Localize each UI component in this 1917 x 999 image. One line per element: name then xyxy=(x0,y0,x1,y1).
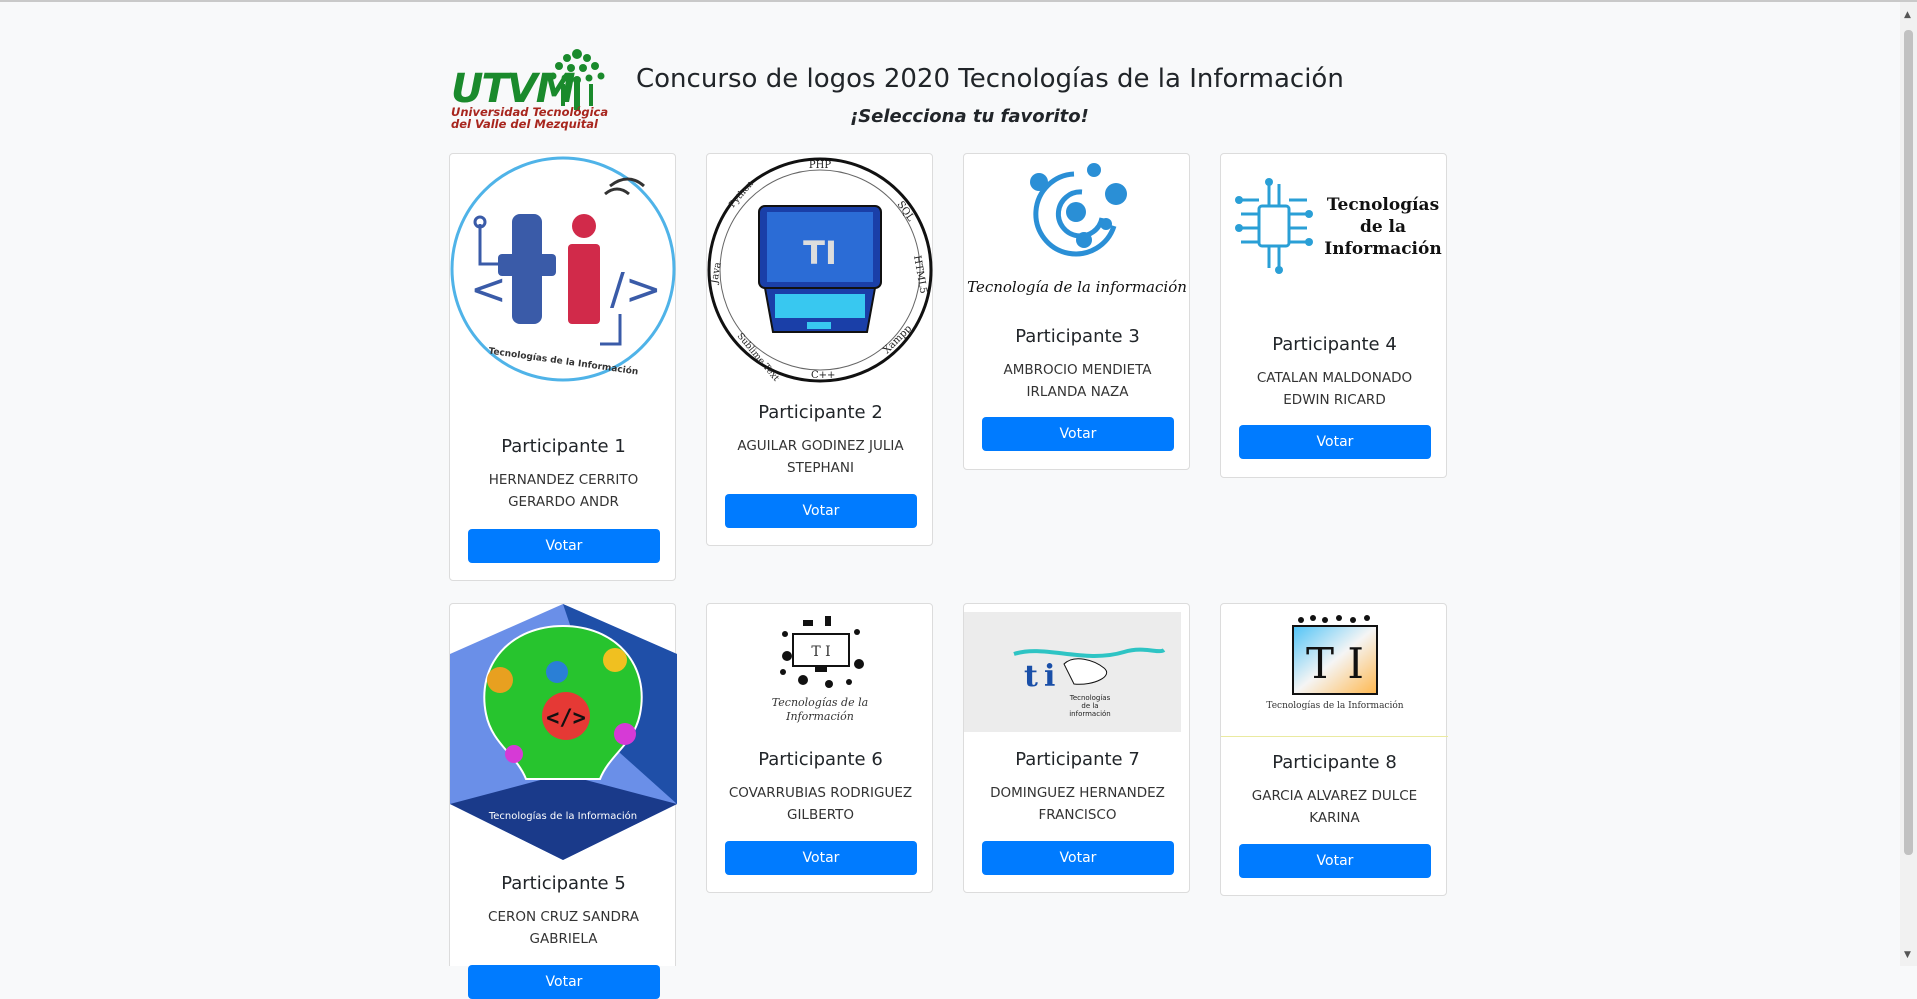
participant-card-7: t i Tecnologías de la información Partic… xyxy=(963,603,1190,893)
participant-card-3: Tecnología de la información Participant… xyxy=(963,153,1190,470)
participant-title: Participante 8 xyxy=(1272,752,1397,773)
page-title: Concurso de logos 2020 Tecnologías de la… xyxy=(636,64,1344,94)
page-subtitle: ¡Selecciona tu favorito! xyxy=(850,106,1089,127)
participant-5-logo-text: Tecnologías de la Información xyxy=(488,810,637,822)
participant-7-logo-line1: Tecnologías xyxy=(1069,694,1111,702)
participant-7-logo-line2: de la xyxy=(1081,702,1098,710)
participant-6-logo-line2: Información xyxy=(785,710,854,723)
participant-2-lang-5: C++ xyxy=(811,370,835,381)
participant-8-mark: T I xyxy=(1306,639,1364,688)
participant-2-mark: TI xyxy=(803,234,837,272)
scroll-up-arrow-icon[interactable]: ▲ xyxy=(1904,10,1911,20)
participant-2-lang-1: PHP xyxy=(809,160,831,171)
participant-title: Participante 5 xyxy=(501,873,626,894)
participant-name: DOMINGUEZ HERNANDEZ FRANCISCO xyxy=(990,785,1165,823)
scroll-thumb[interactable] xyxy=(1904,30,1913,855)
participant-6-logo: T I Tecnologías de la Información xyxy=(707,604,934,736)
participant-title: Participante 2 xyxy=(758,402,883,423)
participant-title: Participante 1 xyxy=(501,436,626,457)
participant-title: Participante 6 xyxy=(758,749,883,770)
participant-6-logo-line1: Tecnologías de la xyxy=(772,696,868,709)
participant-name: HERNANDEZ CERRITO GERARDO ANDR xyxy=(488,472,639,510)
participant-7-logo: t i Tecnologías de la información xyxy=(964,604,1191,734)
svg-text:i: i xyxy=(1044,659,1055,694)
participant-5-logo: </> Tecnologías de la Información xyxy=(450,604,677,860)
participant-3-logo: Tecnología de la información xyxy=(964,154,1191,314)
participant-title: Participante 7 xyxy=(1015,749,1140,770)
page-scrollbar[interactable]: ▲ ▼ xyxy=(1900,2,1917,966)
participant-card-4: Tecnologías de la Información Participan… xyxy=(1220,153,1447,478)
participant-name: COVARRUBIAS RODRIGUEZ GILBERTO xyxy=(728,785,913,823)
vote-button-5[interactable]: Votar xyxy=(468,965,660,999)
utvm-logo: UTVM Universidad Tecnológica del Valle d… xyxy=(449,44,613,132)
participant-4-logo-line2: de la xyxy=(1360,217,1406,237)
participant-2-logo: TI PHP SQL HTML5 Xampp C++ Sublime Text … xyxy=(707,154,934,390)
vote-button-2[interactable]: Votar xyxy=(725,494,917,528)
participant-name: CATALAN MALDONADO EDWIN RICARD xyxy=(1256,370,1413,408)
participant-8-logo: T I Tecnologías de la Información xyxy=(1221,604,1448,737)
svg-text:t: t xyxy=(1024,659,1038,694)
participant-7-logo-line3: información xyxy=(1069,710,1111,718)
page-header: UTVM Universidad Tecnológica del Valle d… xyxy=(449,44,1449,134)
participant-8-logo-text: Tecnologías de la Información xyxy=(1266,700,1403,711)
participant-card-1: < /> Tecnologías de la Información Parti… xyxy=(449,153,676,581)
svg-text:</>: </> xyxy=(546,706,586,731)
participant-name: AGUILAR GODINEZ JULIA STEPHANI xyxy=(737,438,904,476)
vote-button-6[interactable]: Votar xyxy=(725,841,917,875)
participant-6-mark: T I xyxy=(811,644,830,660)
vote-button-7[interactable]: Votar xyxy=(982,841,1174,875)
vote-button-1[interactable]: Votar xyxy=(468,529,660,563)
participant-card-8: T I Tecnologías de la Información Partic… xyxy=(1220,603,1448,896)
participant-title: Participante 4 xyxy=(1272,334,1397,355)
participant-card-5: </> Tecnologías de la Información Partic… xyxy=(449,603,677,999)
participant-4-logo-line3: Información xyxy=(1324,239,1441,259)
participant-4-logo-line1: Tecnologías xyxy=(1327,195,1439,215)
participant-name: CERON CRUZ SANDRA GABRIELA xyxy=(488,909,639,947)
utvm-name-line2: del Valle del Mezquital xyxy=(451,117,598,131)
participant-1-logo: < /> Tecnologías de la Información xyxy=(450,154,677,424)
svg-text:/>: /> xyxy=(610,264,662,315)
vote-button-3[interactable]: Votar xyxy=(982,417,1174,451)
scroll-down-arrow-icon[interactable]: ▼ xyxy=(1904,950,1911,960)
participant-card-2: TI PHP SQL HTML5 Xampp C++ Sublime Text … xyxy=(706,153,933,546)
participant-name: GARCIA ALVAREZ DULCE KARINA xyxy=(1251,788,1418,826)
participant-card-6: T I Tecnologías de la Información Partic… xyxy=(706,603,933,893)
vote-button-4[interactable]: Votar xyxy=(1239,425,1431,459)
participant-3-logo-text: Tecnología de la información xyxy=(967,278,1187,296)
participant-title: Participante 3 xyxy=(1015,326,1140,347)
window-top-border xyxy=(0,0,1917,2)
vote-button-8[interactable]: Votar xyxy=(1239,844,1431,878)
utvm-name: Universidad Tecnológica del Valle del Me… xyxy=(451,106,608,130)
participant-4-logo: Tecnologías de la Información xyxy=(1221,154,1448,322)
participant-name: AMBROCIO MENDIETA IRLANDA NAZA xyxy=(1003,362,1152,400)
